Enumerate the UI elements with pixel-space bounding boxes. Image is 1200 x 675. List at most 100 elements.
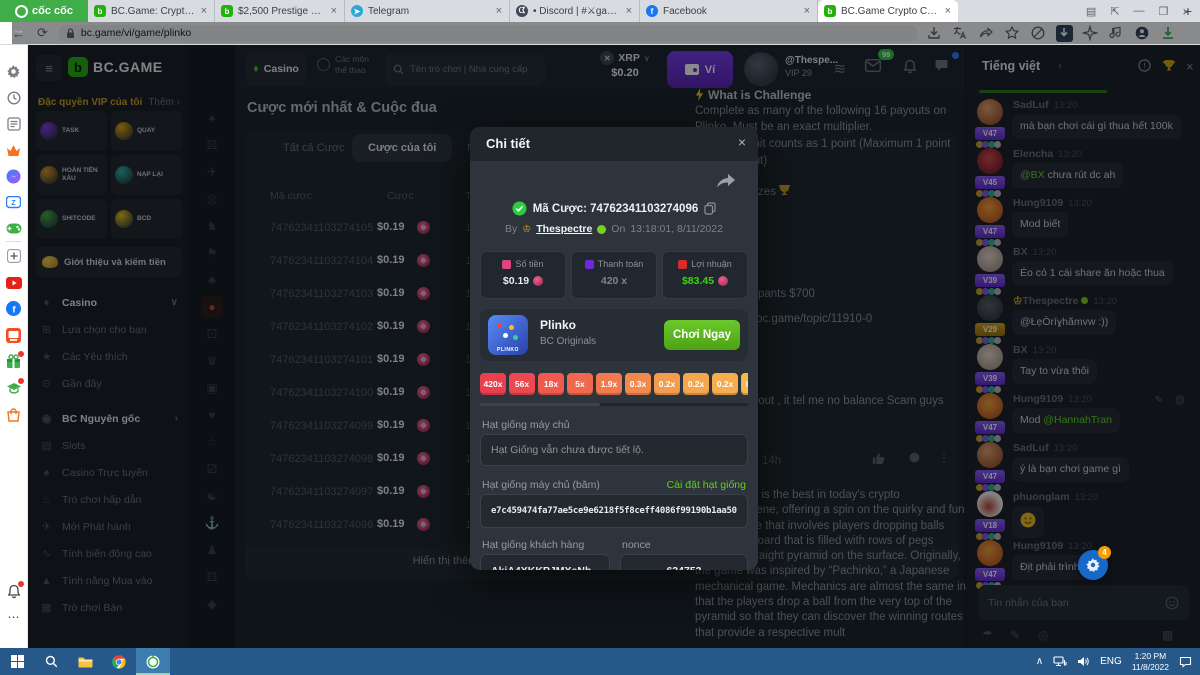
bookmark-star-icon[interactable] [1004,25,1021,42]
file-explorer-button[interactable] [68,648,102,675]
game-strip-icon[interactable]: ⚅ [201,566,223,588]
game-strip-icon[interactable]: ● [201,296,223,318]
chat-username[interactable]: Hung9109 13:20 [1013,197,1092,209]
modal-close-icon[interactable]: × [738,134,746,150]
mention-icon[interactable]: @ [1175,395,1185,406]
tab-close-icon[interactable]: × [944,5,952,17]
referral-button[interactable]: Giới thiệu và kiếm tiền [36,247,182,277]
avatar[interactable] [977,393,1003,419]
sidebar-item-bc-nguy-n-g-c[interactable]: ◉ BC Nguyên gốc › [28,405,190,432]
multiplier-chip[interactable]: 56x [509,373,535,395]
profile-icon[interactable] [1134,25,1151,42]
avatar[interactable] [977,540,1003,566]
play-now-button[interactable]: Chơi Ngay [664,320,740,350]
youtube-icon[interactable] [5,274,22,291]
multiplier-chip[interactable]: 0.2x [683,373,709,395]
chat-language-selector[interactable]: Tiếng việt [982,59,1040,73]
sidebar-item-m-i-ph-t-h-nh[interactable]: ✈ Mới Phát hành [28,513,190,540]
player-link[interactable]: Thespectre [536,223,592,235]
vip-promo-tile[interactable]: BCD [111,199,182,239]
adblock-icon[interactable] [1030,25,1047,42]
game-strip-icon[interactable]: ◎ [201,188,223,210]
tab-close-icon[interactable]: × [495,5,503,17]
vip-promo-tile[interactable]: HOÀN TIỀN XẤU [36,155,107,195]
chat-input[interactable] [988,596,1165,609]
taskbar-search-button[interactable] [34,648,68,675]
clock[interactable]: 1:20 PM 11/8/2022 [1132,651,1169,672]
vip-promo-tile[interactable]: SHITCODE [36,199,107,239]
wallet-button[interactable]: Ví [667,51,733,88]
url-bar[interactable]: bc.game/vi/game/plinko [57,24,918,42]
server-seed-hash-input[interactable]: e7c459474fa77ae5ce9e6218f5f8ceff4086f991… [480,494,748,528]
game-strip-icon[interactable]: ⚀ [201,323,223,345]
user-info[interactable]: @Thespe... VIP 29 [785,55,838,78]
vip-promo-tile[interactable]: TASK [36,111,107,151]
bcgame-logo[interactable]: b BC.GAME [68,57,163,77]
share-icon[interactable] [978,25,995,42]
sidebar-item-l-a-ch-n-cho-b-n[interactable]: ⊞ Lựa chọn cho bạn [28,316,190,343]
multiplier-chip[interactable]: 18x [538,373,564,395]
game-strip-icon[interactable]: ⚂ [201,458,223,480]
sidebar-item-t-nh-bi-n-ng-cao[interactable]: ∿ Tính biến động cao [28,540,190,567]
chat-username[interactable]: ♔Thespectre 13:20 [1013,295,1117,307]
network-icon[interactable] [1053,656,1067,667]
close-chat-icon[interactable]: × [1186,59,1194,74]
browser-tab[interactable]: b BC.Game Crypto Casino Gan × [818,0,958,22]
messenger-icon[interactable] [5,168,22,185]
extensions-icon[interactable] [1082,25,1099,42]
mail-icon[interactable] [864,58,882,77]
game-strip-icon[interactable]: ⚄ [201,134,223,156]
chips-scroll-thumb[interactable] [480,403,600,406]
multiplier-chip[interactable]: 0.2x [712,373,738,395]
tv-app-icon[interactable] [5,327,22,344]
client-seed-input[interactable]: AkiA4XKKPJMXeNb [480,554,610,570]
browser-tab[interactable]: b $2,500 Prestige Plinko Challe × [215,0,345,22]
sidebar-item-slots[interactable]: ▤ Slots [28,432,190,459]
multiplier-chip[interactable]: 0.2x [654,373,680,395]
settings-icon[interactable] [5,63,22,80]
game-strip-icon[interactable]: ☯ [201,485,223,507]
nonce-input[interactable]: 624752 [620,554,748,570]
emoji-icon[interactable] [1165,596,1179,610]
chat-icon[interactable] [935,59,951,78]
gift-icon[interactable] [5,351,24,370]
chat-username[interactable]: BX 13:20 [1013,246,1056,258]
game-strip-icon[interactable]: ⚓ [201,512,223,534]
chat-username[interactable]: phuonglam 13:20 [1013,491,1098,503]
more-icon[interactable]: ⋯ [5,608,22,625]
game-strip-icon[interactable]: ♠ [201,107,223,129]
bets-tab[interactable]: Tất cả Cược [283,142,345,154]
chat-username[interactable]: Elencha 13:20 [1013,148,1082,160]
game-strip-icon[interactable]: ▣ [201,377,223,399]
vip-promo-tile[interactable]: NẠP LẠI [111,155,182,195]
server-seed-input[interactable]: Hạt Giống vẫn chưa được tiết lộ. [480,434,748,466]
education-icon[interactable] [5,378,24,397]
balance-selector[interactable]: ✕ XRP ∨ $0.20 [590,51,660,79]
coccoc-logo[interactable]: cốc cốc [0,0,88,22]
sidebar-item-tr-ch-i-h-p-d-n[interactable]: ♨ Trò chơi hấp dẫn [28,486,190,513]
tab-close-icon[interactable]: × [330,5,338,17]
translate-icon[interactable] [952,25,969,42]
vip-promo-tile[interactable]: QUAY [111,111,182,151]
game-strip-icon[interactable]: ♟ [201,539,223,561]
action-center-icon[interactable] [1179,656,1192,668]
vip-more-link[interactable]: Thêm › [148,97,180,108]
save-page-icon[interactable] [926,25,943,42]
chat-username[interactable]: SadLuf 13:20 [1013,442,1077,454]
game-strip-icon[interactable]: ✈ [201,161,223,183]
user-avatar[interactable] [744,52,778,86]
coccoc-taskbar-button[interactable] [136,648,170,675]
multiplier-chip[interactable]: 0.3x [625,373,651,395]
comment-icon[interactable] [908,452,921,467]
browser-tab[interactable]: ➤ Telegram × [345,0,510,22]
copy-icon[interactable] [704,202,716,215]
coin-drop-icon[interactable]: ◎ [1038,628,1048,642]
casino-nav-button[interactable]: ♦ Casino [245,52,307,86]
reader-mode-icon[interactable]: ▤ [1086,5,1096,18]
vip-crown-icon[interactable] [5,142,22,159]
avatar[interactable] [977,99,1003,125]
reload-button[interactable]: ⟳ [37,25,48,41]
avatar[interactable] [977,246,1003,272]
share-icon[interactable] [716,173,736,194]
game-strip-icon[interactable]: ♥ [201,404,223,426]
